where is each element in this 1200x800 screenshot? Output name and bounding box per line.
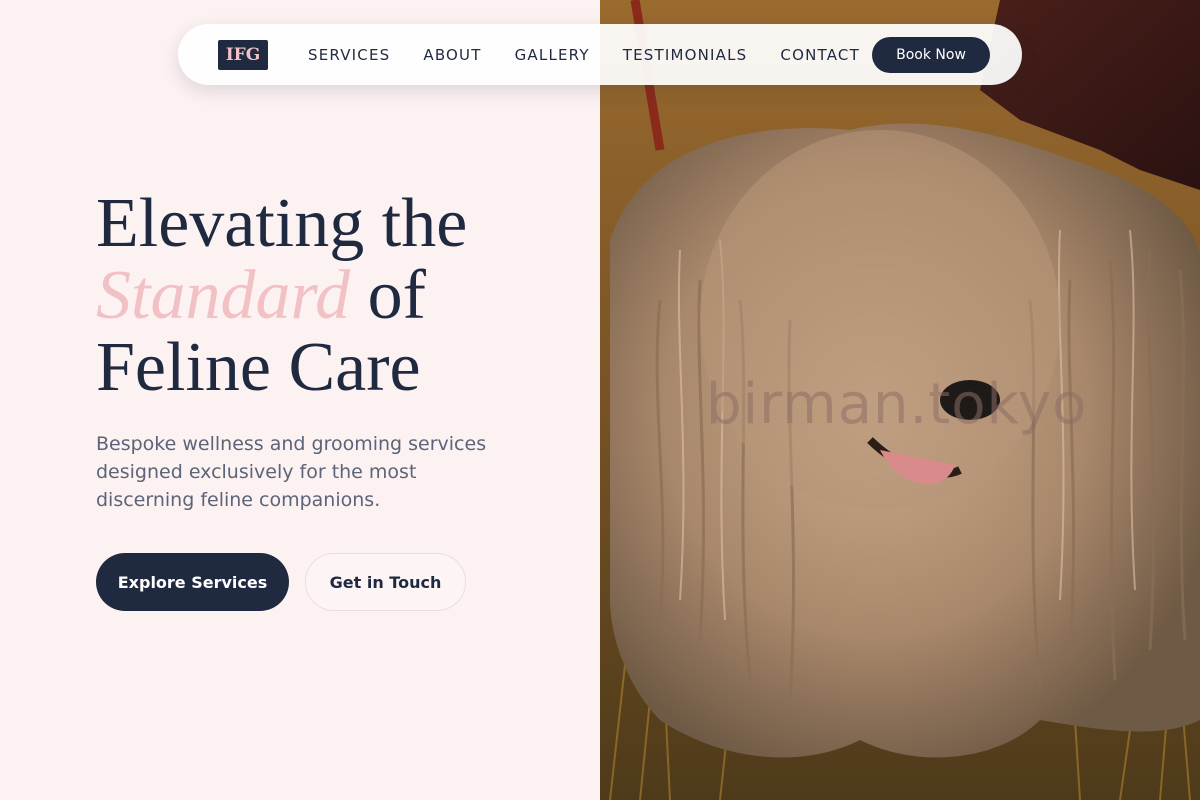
hero-title-line1: Elevating the [96, 185, 468, 262]
get-in-touch-button[interactable]: Get in Touch [305, 553, 466, 611]
nav-link-about[interactable]: ABOUT [423, 46, 481, 64]
top-navigation: IFG SERVICES ABOUT GALLERY TESTIMONIALS … [178, 24, 1022, 85]
image-watermark: birman.tokyo [706, 372, 1088, 437]
hero-title-line3: Feline Care [96, 329, 421, 406]
nav-link-gallery[interactable]: GALLERY [515, 46, 590, 64]
hero-title-of: of [367, 257, 426, 334]
hero-subtitle: Bespoke wellness and grooming services d… [96, 433, 487, 511]
page: birman.tokyo IFG SERVICES ABOUT GALLERY … [0, 0, 1200, 800]
nav-links: SERVICES ABOUT GALLERY TESTIMONIALS CONT… [308, 46, 860, 64]
brand-logo[interactable]: IFG [218, 39, 268, 70]
nav-link-testimonials[interactable]: TESTIMONIALS [623, 46, 748, 64]
hero-title: Elevating the Standard of Feline Care [96, 188, 596, 404]
hero-image: birman.tokyo [600, 0, 1200, 800]
hero-title-accent: Standard [96, 257, 351, 334]
nav-link-contact[interactable]: CONTACT [780, 46, 860, 64]
explore-services-button[interactable]: Explore Services [96, 553, 289, 611]
book-now-button[interactable]: Book Now [872, 36, 990, 73]
nav-link-services[interactable]: SERVICES [308, 46, 390, 64]
